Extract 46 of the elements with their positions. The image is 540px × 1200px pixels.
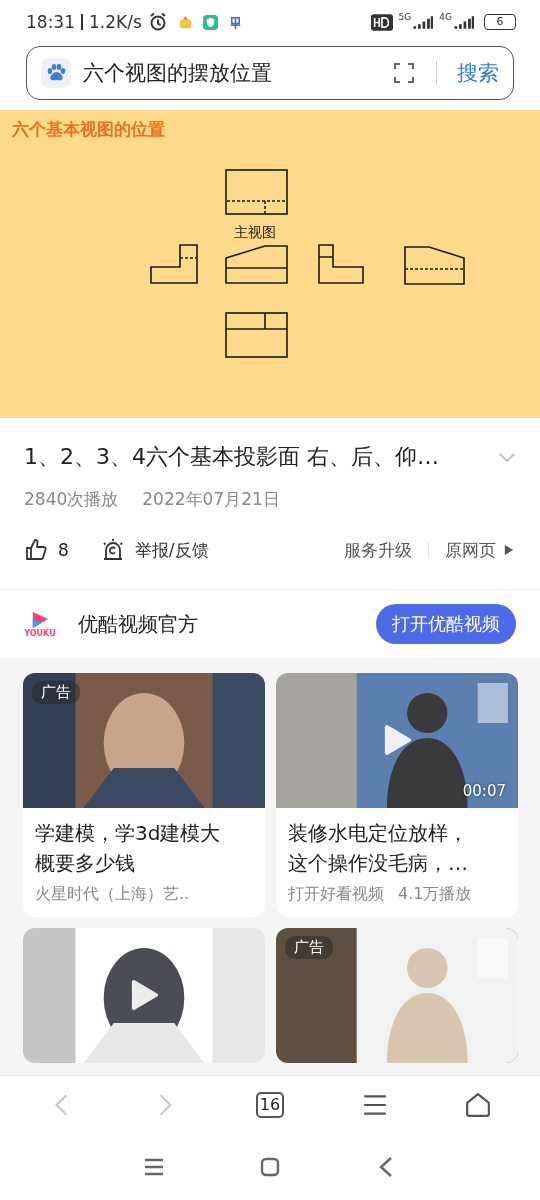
- view-count: 2840次播放: [24, 488, 119, 511]
- play-icon[interactable]: [383, 724, 411, 756]
- ad-badge: 广告: [32, 681, 80, 704]
- view-label: 主视图: [234, 224, 276, 242]
- battery-indicator: 6: [484, 14, 516, 30]
- report-link[interactable]: 举报/反馈: [134, 538, 209, 562]
- hd-voice-icon: [370, 13, 393, 31]
- paw-icon: [41, 58, 71, 88]
- signal-icon: [413, 14, 434, 30]
- video-title: 装修水电定位放样，这个操作没毛病，…: [288, 820, 469, 877]
- scan-icon[interactable]: [392, 61, 416, 85]
- home-button-icon[interactable]: [260, 1157, 280, 1177]
- like-count: 8: [58, 540, 69, 560]
- video-source: 打开好看视频: [288, 884, 384, 905]
- video-title: 1、2、3、4六个基本投影面 右、后、仰…: [24, 443, 440, 471]
- thumbs-up-icon[interactable]: [24, 538, 48, 562]
- menu-icon[interactable]: [144, 1157, 164, 1177]
- original-page-link[interactable]: 原网页: [445, 538, 496, 562]
- video-card[interactable]: 广告 学建模，学3d建模大概要多少钱 火星时代（上海）艺..: [23, 673, 265, 917]
- video-player[interactable]: 六个基本视图的位置 主视图: [0, 110, 540, 418]
- alarm-light-icon[interactable]: [100, 538, 125, 562]
- open-app-button[interactable]: 打开优酷视频: [376, 604, 516, 644]
- network-type: 4G: [439, 12, 452, 22]
- video-source: 火星时代（上海）艺..: [35, 884, 190, 905]
- app-notification-icon: [177, 14, 193, 30]
- youku-logo: YOUKU: [24, 610, 56, 638]
- ad-badge: 广告: [285, 936, 333, 959]
- home-icon[interactable]: [465, 1092, 492, 1118]
- slide-title: 六个基本视图的位置: [12, 118, 165, 141]
- network-type: 5G: [398, 12, 412, 22]
- publish-date: 2022年07月21日: [142, 488, 280, 511]
- play-count: 4.1万播放: [398, 884, 472, 905]
- video-title: 学建模，学3d建模大概要多少钱: [35, 820, 222, 877]
- signal-icon: [454, 14, 474, 30]
- menu-icon[interactable]: [361, 1092, 388, 1118]
- play-icon[interactable]: [504, 544, 514, 556]
- channel-name: 优酷视频官方: [78, 610, 198, 638]
- network-speed: 1.2K/s: [89, 12, 142, 32]
- search-button[interactable]: 搜索: [457, 59, 499, 87]
- search-bar[interactable]: 六个视图的摆放位置 搜索: [26, 46, 514, 100]
- service-upgrade-link[interactable]: 服务升级: [344, 538, 412, 562]
- status-time: 18:31: [26, 12, 75, 32]
- shield-app-icon: [202, 14, 218, 30]
- play-icon[interactable]: [130, 979, 158, 1011]
- search-query[interactable]: 六个视图的摆放位置: [83, 59, 380, 87]
- tab-count-button[interactable]: 16: [255, 1092, 285, 1118]
